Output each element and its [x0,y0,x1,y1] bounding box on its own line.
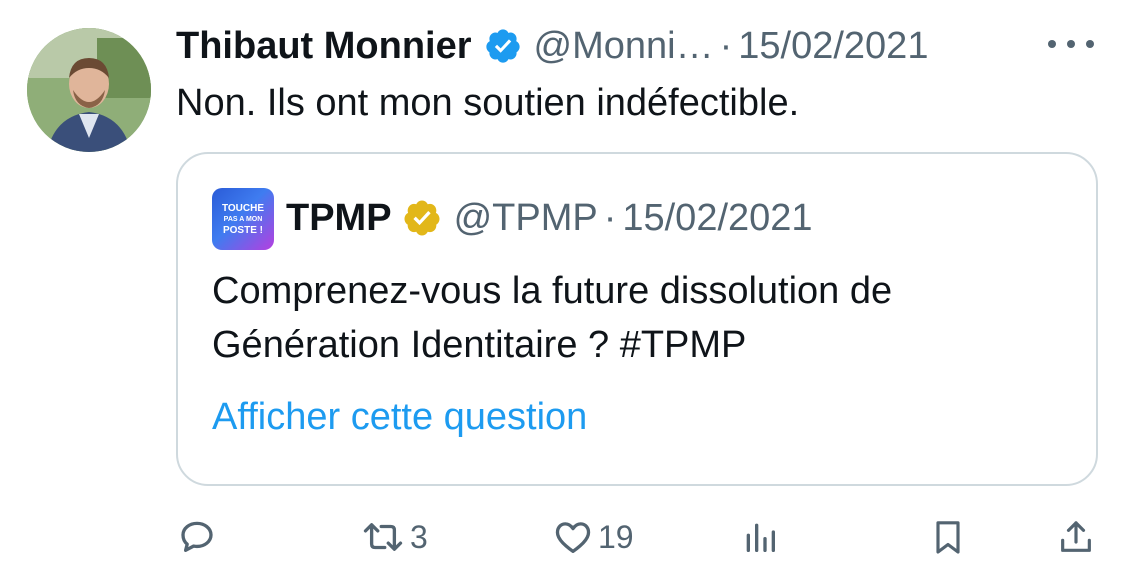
author-avatar[interactable] [27,28,151,152]
share-icon [1056,516,1096,558]
tweet-date[interactable]: 15/02/2021 [738,22,928,70]
more-options-button[interactable] [1046,28,1096,64]
quoted-author-name: TPMP [286,197,392,239]
quoted-date: 15/02/2021 [622,197,813,239]
quoted-separator-dot: · [603,197,617,239]
more-horizontal-icon [1046,37,1096,55]
author-name[interactable]: Thibaut Monnier [176,22,472,70]
quoted-author-handle: @TPMP [453,197,598,239]
gold-verified-badge-icon [402,198,442,238]
quoted-tweet-card[interactable]: TOUCHE PAS A MON POSTE ! TPMP @TPMP · 15… [176,152,1098,486]
logo-line-2: PAS A MON [223,215,263,223]
heart-icon [552,516,594,558]
retweet-count: 3 [410,518,428,555]
like-count: 19 [598,518,634,555]
views-chart-icon [740,516,780,558]
show-question-link[interactable]: Afficher cette question [212,392,587,442]
separator-dot: · [719,25,733,67]
retweet-button[interactable]: 3 [360,510,428,564]
tweet-action-bar: 3 19 [0,510,1125,564]
bookmark-button[interactable] [928,510,972,564]
quoted-tweet-text: Comprenez-vous la future dissolution de … [212,264,892,372]
like-button[interactable]: 19 [552,510,634,564]
quoted-text-line: Comprenez-vous la future dissolution de [212,270,893,312]
quoted-header: TPMP @TPMP · 15/02/2021 [286,194,813,242]
reply-icon [176,516,218,558]
tweet-header: Thibaut Monnier @Monni… · 15/02/2021 [176,22,928,70]
share-button[interactable] [1056,510,1100,564]
logo-line-3: POSTE ! [222,224,263,236]
quoted-author-avatar[interactable]: TOUCHE PAS A MON POSTE ! [212,188,274,250]
quoted-text-line: Génération Identitaire ? #TPMP [212,324,747,366]
retweet-icon [360,516,406,558]
logo-line-1: TOUCHE [221,202,265,214]
bookmark-icon [928,516,968,558]
views-button[interactable] [740,510,784,564]
reply-button[interactable] [176,510,222,564]
tweet-text: Non. Ils ont mon soutien indéfectible. [176,82,800,124]
verified-badge-icon [484,27,522,65]
author-handle[interactable]: @Monni… [534,22,714,70]
